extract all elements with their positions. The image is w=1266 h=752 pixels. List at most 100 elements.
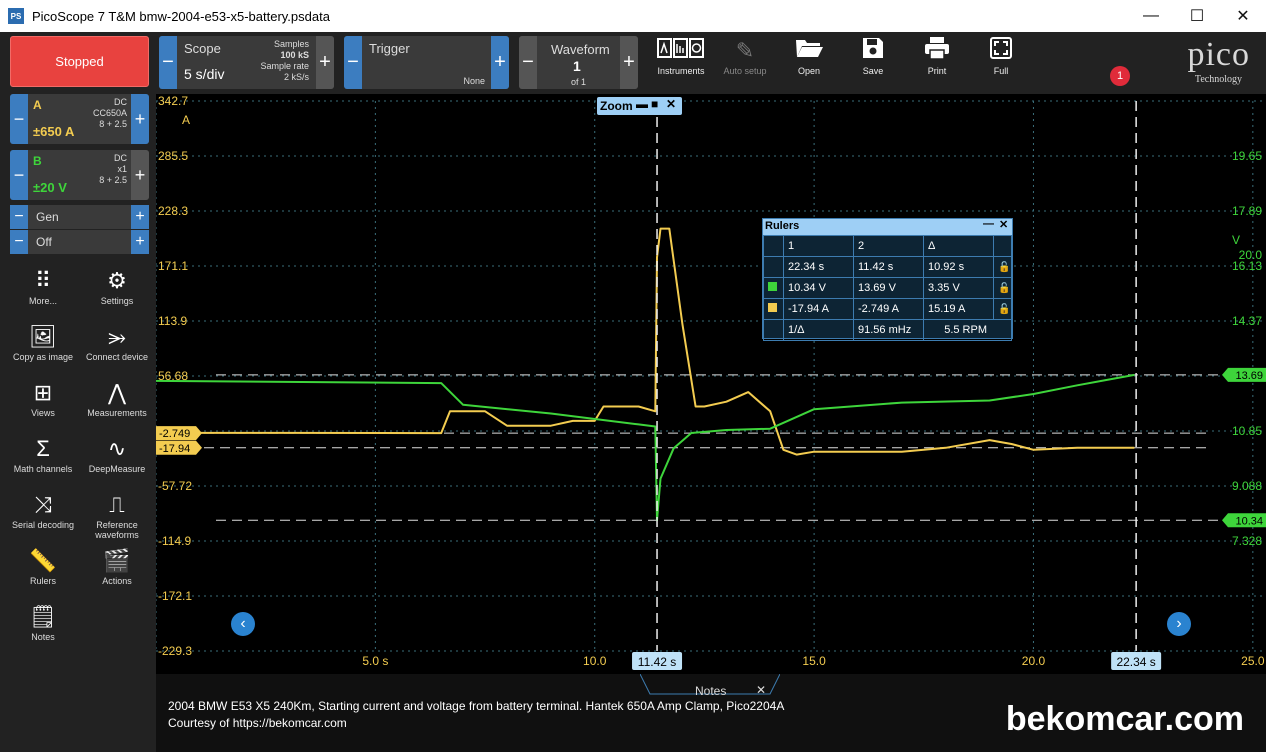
start-stop-button[interactable]: Stopped — [10, 36, 149, 87]
serial-decoding-label: Serial decoding — [11, 520, 75, 530]
lock-icon[interactable]: 🔓 — [998, 304, 1010, 315]
rulers-a1: -17.94 A — [783, 298, 854, 320]
lock-icon[interactable]: 🔓 — [998, 283, 1010, 294]
generator-state-increase[interactable]: + — [131, 230, 149, 254]
close-button[interactable]: ✕ — [1220, 0, 1266, 32]
notes-tab[interactable]: Notes ✕ — [644, 678, 772, 698]
timebase-increase-button[interactable]: + — [316, 36, 334, 89]
generator-decrease[interactable]: − — [10, 205, 28, 229]
rulers-freq-label: 1/Δ — [783, 319, 854, 341]
channel-b-name: B — [33, 154, 42, 168]
open-button[interactable]: Open — [779, 36, 839, 86]
channel-b-range-decrease[interactable]: − — [10, 150, 28, 200]
auto-setup-button[interactable]: ✎ Auto setup — [715, 36, 775, 86]
views-button[interactable]: ⊞ Views — [8, 378, 78, 432]
serial-decoding-button[interactable]: ⤨ Serial decoding — [8, 490, 78, 544]
rulers-time-swatch — [763, 256, 784, 278]
trigger-previous-button[interactable]: − — [344, 36, 362, 89]
notes-tab-label: Notes — [695, 684, 727, 698]
rulers-a-row: -17.94 A -2.749 A 15.19 A 🔓 — [763, 298, 1012, 320]
trigger-mode-value[interactable]: None — [463, 76, 485, 87]
rulers-rpm: 5.5 RPM — [923, 319, 1012, 341]
scope-grid — [156, 100, 1266, 652]
settings-button[interactable]: ⚙ Settings — [82, 266, 152, 320]
y-tick-label-a: 342.7 — [158, 94, 188, 108]
more-button[interactable]: ⠿ More... — [8, 266, 78, 320]
axis-a-unit: A — [182, 113, 190, 127]
ruler-marker-b-label: 13.69 — [1235, 370, 1263, 382]
rulers-button[interactable]: 📏 Rulers — [8, 546, 78, 600]
minimize-button[interactable]: — — [1128, 0, 1174, 32]
save-button[interactable]: Save — [843, 36, 903, 86]
channel-a-control[interactable]: − A DC CC650A 8 + 2.5 ±650 A + — [10, 94, 149, 144]
zoom-close-icon[interactable]: ✕ — [666, 97, 676, 111]
rulers-time-row: 22.34 s 11.42 s 10.92 s 🔓 — [763, 256, 1012, 278]
timebase-value[interactable]: 5 s/div — [184, 66, 224, 82]
time-ruler-label: 22.34 s — [1116, 655, 1155, 669]
open-label: Open — [797, 66, 821, 76]
rulers-time-lock[interactable]: 🔓 — [993, 256, 1012, 278]
generator-increase[interactable]: + — [131, 205, 149, 229]
lock-icon[interactable]: 🔓 — [998, 262, 1010, 273]
instruments-button[interactable]: Instruments — [651, 36, 711, 86]
channel-a-range-increase[interactable]: + — [131, 94, 149, 144]
rulers-a-lock[interactable]: 🔓 — [993, 298, 1012, 320]
zoom-minimize-icon[interactable]: ▬ — [636, 97, 648, 111]
generator-state-decrease[interactable]: − — [10, 230, 28, 254]
rulers-db: 3.35 V — [923, 277, 994, 299]
notes-close-icon[interactable]: ✕ — [756, 683, 766, 697]
timebase-decrease-button[interactable]: − — [159, 36, 177, 89]
channel-a-range-decrease[interactable]: − — [10, 94, 28, 144]
notes-button[interactable]: 🗒 Notes — [8, 602, 78, 656]
pico-brand-subtext: Technology — [1194, 74, 1242, 85]
trigger-next-button[interactable]: + — [491, 36, 509, 89]
notes-label: Notes — [31, 632, 55, 642]
rulers-close-icon[interactable]: ✕ — [999, 218, 1008, 231]
waveform-number: 1 — [573, 58, 581, 74]
notes-text[interactable]: 2004 BMW E53 X5 240Km, Starting current … — [168, 698, 784, 732]
rulers-panel[interactable]: Rulers — ✕ 1 2 Δ 22.34 s 11.42 s 10.92 s… — [762, 218, 1013, 341]
notes-icon: 🗒 — [29, 604, 57, 629]
copy-as-image-button[interactable]: 🖼 Copy as image — [8, 322, 78, 376]
generator-control[interactable]: − Gen + — [10, 205, 149, 229]
ruler-markers[interactable]: 11.42 s 22.34 s -2.749 -17.94 13.69 10.34 — [156, 367, 1266, 670]
waveform-next-button[interactable]: + — [620, 36, 638, 89]
generator-state-control[interactable]: − Off + — [10, 230, 149, 254]
rulers-a-swatch — [763, 298, 784, 320]
y-tick-label-b: 14.37 — [1232, 314, 1262, 328]
fullscreen-button[interactable]: Full — [971, 36, 1031, 86]
connect-device-button[interactable]: ⭃ Connect device — [82, 322, 152, 376]
print-icon — [907, 36, 967, 66]
deepmeasure-icon: ∿ — [107, 436, 127, 461]
reference-waveforms-button[interactable]: ⎍ Reference waveforms — [82, 490, 152, 544]
scope-view[interactable]: 342.7 285.5 228.3 171.1 113.9 56.68 -57.72 -114… — [156, 94, 1266, 674]
pico-brand-text: pico — [1187, 36, 1250, 73]
title-bar: PS PicoScope 7 T&M bmw-2004-e53-x5-batte… — [0, 0, 1266, 32]
scroll-right-button[interactable]: › — [1167, 612, 1191, 636]
rulers-b-lock[interactable]: 🔓 — [993, 277, 1012, 299]
deepmeasure-button[interactable]: ∿ DeepMeasure — [82, 434, 152, 488]
x-tick-label: 15.0 — [802, 654, 826, 668]
maximize-button[interactable]: ☐ — [1174, 0, 1220, 32]
rulers-a2: -2.749 A — [853, 298, 924, 320]
notes-panel[interactable]: Notes ✕ 2004 BMW E53 X5 240Km, Starting … — [156, 674, 1266, 752]
channel-b-control[interactable]: − B DC x1 8 + 2.5 ±20 V + — [10, 150, 149, 200]
math-channels-button[interactable]: Σ Math channels — [8, 434, 78, 488]
chevron-left-icon: ‹ — [240, 615, 246, 632]
waveform-previous-button[interactable]: − — [519, 36, 537, 89]
channel-b-resolution: 8 + 2.5 — [99, 175, 127, 185]
channel-b-range-increase[interactable]: + — [131, 150, 149, 200]
scope-plot[interactable]: 342.7 285.5 228.3 171.1 113.9 56.68 -57.72 -114… — [156, 94, 1266, 674]
scroll-left-button[interactable]: ‹ — [231, 612, 255, 636]
channel-b-range: ±20 V — [33, 180, 67, 195]
rulers-b-row: 10.34 V 13.69 V 3.35 V 🔓 — [763, 277, 1012, 299]
zoom-overview-box[interactable]: Zoom ▬ ■ ✕ — [597, 97, 682, 115]
rulers-minimize-icon[interactable]: — — [983, 218, 994, 230]
measurements-button[interactable]: ⋀ Measurements — [82, 378, 152, 432]
rulers-table: 1 2 Δ 22.34 s 11.42 s 10.92 s 🔓 10.34 V … — [763, 235, 1012, 341]
zoom-maximize-icon[interactable]: ■ — [651, 97, 658, 111]
picoscope-window: PS PicoScope 7 T&M bmw-2004-e53-x5-batte… — [0, 0, 1266, 752]
actions-button[interactable]: 🎬 Actions — [82, 546, 152, 600]
print-button[interactable]: Print — [907, 36, 967, 86]
time-ruler-lines[interactable] — [656, 101, 1137, 651]
